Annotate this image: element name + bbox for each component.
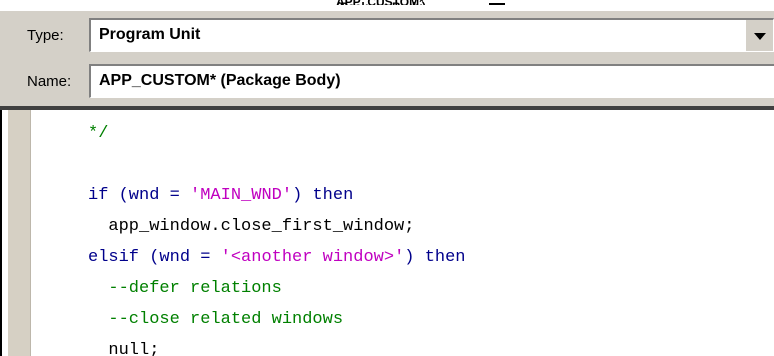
code-token: '<another window>' (220, 248, 405, 267)
code-token: ) (404, 248, 425, 267)
chevron-down-icon[interactable] (745, 20, 773, 51)
title-underscore-mark (489, 3, 505, 5)
code-token: null; (88, 341, 160, 356)
name-row: Name: APP_CUSTOM* (Package Body) (0, 63, 774, 103)
type-dropdown[interactable]: Program Unit (89, 18, 774, 52)
type-value: Program Unit (99, 26, 201, 43)
type-row: Type: Program Unit (0, 17, 774, 57)
name-field[interactable]: APP_CUSTOM* (Package Body) (89, 64, 774, 98)
code-line[interactable]: if (wnd = 'MAIN_WND') then (88, 180, 774, 211)
code-line[interactable]: --close related windows (88, 304, 774, 335)
code-token: */ (88, 124, 109, 143)
code-token: --close related windows (88, 310, 344, 329)
code-token: then (424, 248, 466, 267)
code-content[interactable]: */ if (wnd = 'MAIN_WND') then app_window… (88, 118, 774, 356)
code-token: then (312, 186, 354, 205)
name-value: APP_CUSTOM* (Package Body) (99, 72, 341, 89)
code-line[interactable]: app_window.close_first_window; (88, 211, 774, 242)
code-line[interactable]: null; (88, 335, 774, 356)
type-label: Type: (27, 27, 64, 44)
code-token: (wnd = (108, 186, 191, 205)
code-line[interactable] (88, 149, 774, 180)
code-line[interactable]: */ (88, 118, 774, 149)
code-editor[interactable]: */ if (wnd = 'MAIN_WND') then app_window… (0, 110, 774, 356)
code-token: ) (292, 186, 313, 205)
program-unit-editor-window: APP_CUSTOM* (Package Body) Type: Program… (0, 0, 774, 356)
editor-gutter (8, 110, 31, 356)
editor-header: Type: Program Unit Name: APP_CUSTOM* (Pa… (0, 11, 774, 106)
code-token: app_window.close_first_window; (88, 217, 415, 236)
editor-left-border (0, 110, 8, 356)
window-title-fragment: APP_CUSTOM* (Package Body) (336, 0, 456, 5)
code-token: --defer relations (88, 279, 282, 298)
name-label: Name: (27, 73, 72, 90)
code-token: elsif (88, 248, 140, 267)
code-line[interactable]: --defer relations (88, 273, 774, 304)
code-token: (wnd = (139, 248, 221, 267)
code-line[interactable]: elsif (wnd = '<another window>') then (88, 242, 774, 273)
code-token: if (88, 186, 109, 205)
code-token: 'MAIN_WND' (190, 186, 293, 205)
